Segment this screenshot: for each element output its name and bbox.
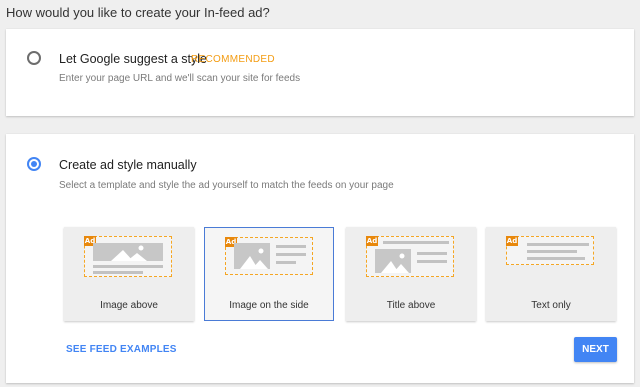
ad-preview-frame: Ad — [225, 237, 313, 275]
text-line — [417, 260, 447, 263]
image-placeholder-icon — [234, 243, 270, 269]
text-line — [527, 250, 577, 253]
see-feed-examples-link[interactable]: SEE FEED EXAMPLES — [66, 344, 177, 355]
text-line — [383, 241, 449, 244]
option-card-suggest[interactable]: Let Google suggest a style RECOMMENDED E… — [6, 29, 634, 116]
option-subtitle-suggest: Enter your page URL and we'll scan your … — [59, 73, 301, 84]
image-placeholder-icon — [375, 249, 411, 273]
template-text-only[interactable]: Ad Text only — [486, 227, 616, 321]
text-line — [527, 243, 589, 246]
text-line — [276, 245, 306, 248]
text-line — [527, 257, 585, 260]
option-title-manual: Create ad style manually — [59, 158, 197, 172]
option-title-suggest: Let Google suggest a style — [59, 52, 208, 66]
template-image-above[interactable]: Ad Image above — [64, 227, 194, 321]
option-card-manual[interactable]: Create ad style manually Select a templa… — [6, 134, 634, 383]
template-label: Text only — [531, 300, 571, 311]
template-label: Image above — [100, 300, 158, 311]
ad-preview-frame: Ad — [366, 236, 454, 277]
recommended-badge: RECOMMENDED — [191, 54, 275, 65]
ad-tag: Ad — [506, 236, 518, 246]
radio-manual-style[interactable] — [27, 157, 41, 171]
ad-tag: Ad — [366, 236, 378, 246]
page-question: How would you like to create your In-fee… — [6, 5, 270, 20]
template-image-on-side[interactable]: Ad Image on the side — [204, 227, 334, 321]
text-line — [93, 265, 163, 268]
text-line — [276, 261, 296, 264]
text-line — [276, 253, 306, 256]
image-placeholder-icon — [93, 243, 163, 261]
text-line — [417, 252, 447, 255]
template-label: Title above — [386, 300, 436, 311]
text-line — [93, 271, 143, 274]
next-button[interactable]: NEXT — [574, 337, 617, 362]
template-title-above[interactable]: Ad Title above — [346, 227, 476, 321]
ad-preview-frame: Ad — [84, 236, 172, 277]
radio-suggest-style[interactable] — [27, 51, 41, 65]
template-label: Image on the side — [229, 300, 309, 311]
ad-preview-frame: Ad — [506, 236, 594, 265]
option-subtitle-manual: Select a template and style the ad yours… — [59, 180, 394, 191]
